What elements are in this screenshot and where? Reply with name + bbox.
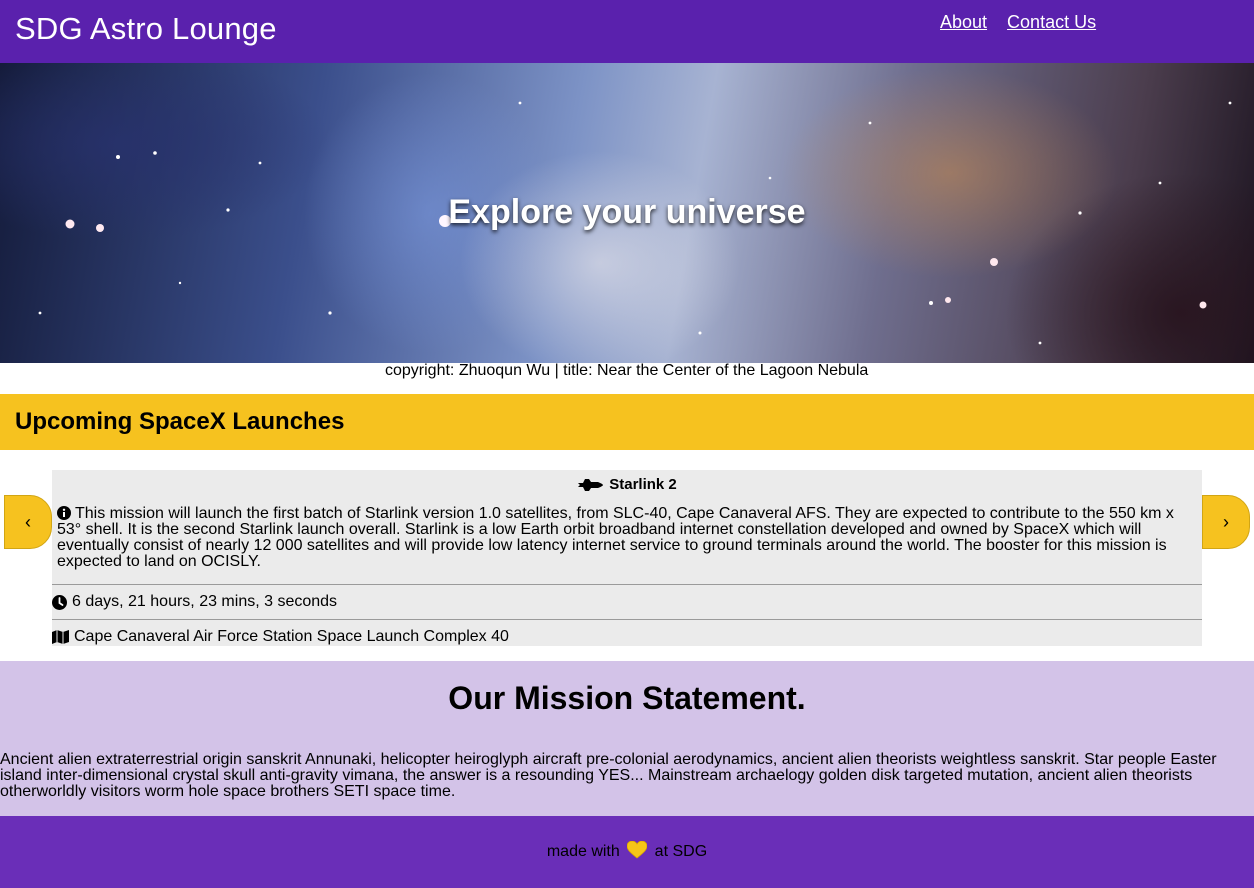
- image-credit: copyright: Zhuoqun Wu | title: Near the …: [385, 362, 869, 379]
- divider: [52, 619, 1202, 620]
- main-nav: About Contact Us: [940, 12, 1096, 33]
- hero-title: Explore your universe: [448, 193, 806, 231]
- site-brand[interactable]: SDG Astro Lounge: [15, 11, 277, 47]
- launch-title: Starlink 2: [52, 476, 1202, 493]
- launch-site-row: Cape Canaveral Air Force Station Space L…: [52, 628, 509, 646]
- clock-icon: [52, 594, 67, 610]
- chevron-right-icon: ›: [1223, 511, 1229, 532]
- site-footer: made with at SDG: [0, 816, 1254, 888]
- site-header: SDG Astro Lounge About Contact Us: [0, 0, 1254, 63]
- hero-banner: Explore your universe: [0, 63, 1254, 363]
- launch-name: Starlink 2: [609, 476, 677, 493]
- map-icon: [52, 630, 69, 644]
- launch-description-row: This mission will launch the first batch…: [57, 506, 1177, 570]
- mission-section: Our Mission Statement. Ancient alien ext…: [0, 661, 1254, 816]
- launch-description: This mission will launch the first batch…: [57, 505, 1174, 570]
- launches-heading: Upcoming SpaceX Launches: [15, 408, 345, 435]
- launches-header: Upcoming SpaceX Launches: [0, 394, 1254, 450]
- carousel-next-button[interactable]: ›: [1202, 495, 1250, 549]
- launch-card: Starlink 2 This mission will launch the …: [52, 470, 1202, 646]
- launch-countdown: 6 days, 21 hours, 23 mins, 3 seconds: [72, 593, 338, 610]
- info-circle-icon: [57, 506, 71, 520]
- nav-link-contact[interactable]: Contact Us: [1007, 12, 1096, 33]
- footer-credit: made with at SDG: [0, 841, 1254, 861]
- yellow-heart-icon: [627, 841, 648, 859]
- footer-suffix: at SDG: [654, 843, 708, 860]
- mission-heading: Our Mission Statement.: [448, 680, 806, 716]
- mission-body: Ancient alien extraterrestrial origin sa…: [0, 751, 1217, 800]
- countdown-row: 6 days, 21 hours, 23 mins, 3 seconds: [52, 593, 337, 611]
- launch-site: Cape Canaveral Air Force Station Space L…: [74, 628, 509, 645]
- nav-link-about[interactable]: About: [940, 12, 987, 33]
- divider: [52, 584, 1202, 585]
- space-shuttle-icon: [578, 478, 604, 491]
- footer-prefix: made with: [546, 843, 620, 860]
- carousel-prev-button[interactable]: ‹: [4, 495, 52, 549]
- chevron-left-icon: ‹: [25, 511, 31, 532]
